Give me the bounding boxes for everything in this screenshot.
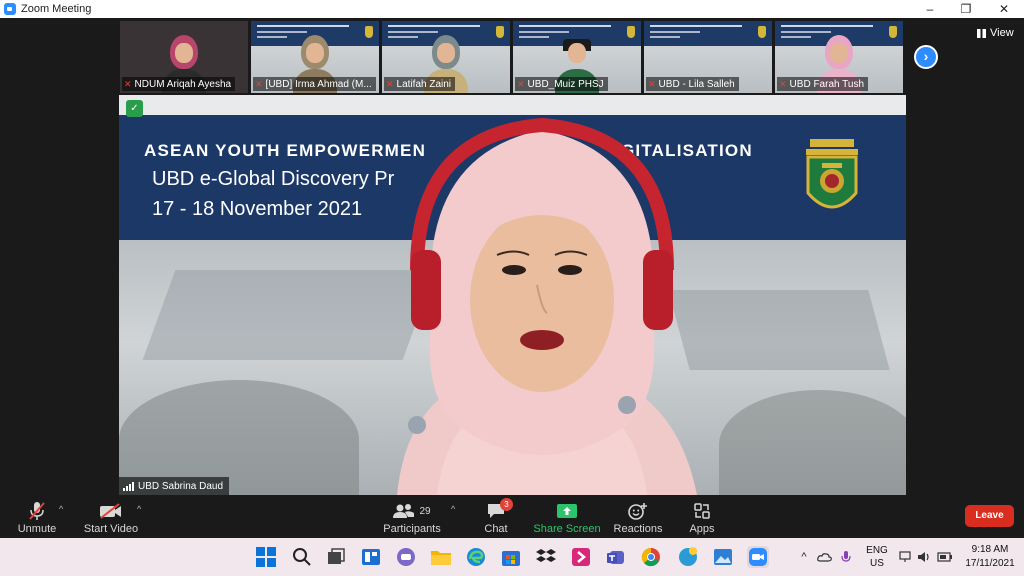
- chat-label: Chat: [484, 523, 508, 535]
- muted-mic-icon: ✕: [124, 78, 132, 89]
- start-video-label: Start Video: [83, 523, 139, 535]
- muted-mic-icon: ✕: [386, 78, 394, 89]
- windows-taskbar: ^ ENG US 9:18 AM 17/11/2021: [0, 538, 1024, 576]
- edge-browser-icon[interactable]: [465, 546, 487, 568]
- active-speaker-video[interactable]: ✓ ASEAN YOUTH EMPOWERMEN GITALISATION UB…: [119, 95, 906, 495]
- clock-date: 17/11/2021: [965, 558, 1015, 569]
- zoom-taskbar-icon[interactable]: [747, 546, 769, 568]
- participants-label: Participants: [383, 523, 441, 535]
- file-explorer-icon[interactable]: [430, 546, 452, 568]
- speaker-name: UBD Sabrina Daud: [138, 480, 224, 492]
- presenter-person: [397, 117, 697, 495]
- microphone-in-use-icon[interactable]: [838, 538, 854, 576]
- muted-mic-icon: ✕: [517, 78, 525, 89]
- muted-microphone-icon: [28, 500, 46, 522]
- view-label: View: [990, 27, 1014, 39]
- restore-button[interactable]: ❐: [947, 0, 985, 18]
- reactions-smiley-icon: [628, 500, 648, 522]
- minimize-button[interactable]: –: [911, 0, 949, 18]
- microsoft-teams-icon[interactable]: [605, 546, 627, 568]
- muted-mic-icon: ✕: [779, 78, 787, 89]
- share-screen-button[interactable]: Share Screen: [533, 498, 601, 536]
- task-view-icon[interactable]: [325, 546, 347, 568]
- participant-thumbnail[interactable]: ✕ UBD - Lila Salleh: [644, 21, 772, 93]
- audio-options-caret-icon[interactable]: ^: [59, 504, 63, 514]
- taskbar-clock[interactable]: 9:18 AM 17/11/2021: [962, 543, 1018, 571]
- language-code: ENG: [866, 545, 888, 556]
- slide-subtitle: UBD e-Global Discovery Pr: [152, 168, 395, 190]
- share-screen-label: Share Screen: [533, 523, 601, 535]
- clock-time: 9:18 AM: [971, 544, 1009, 555]
- chat-unread-badge: 3: [500, 498, 513, 511]
- apps-label: Apps: [689, 523, 715, 535]
- dropbox-icon[interactable]: [535, 546, 557, 568]
- teams-chat-icon[interactable]: [395, 546, 417, 568]
- participant-name: Latifah Zaini: [396, 78, 452, 90]
- zoom-app-icon: [4, 3, 16, 15]
- participant-name: UBD_Muiz PHSJ: [527, 78, 604, 90]
- participants-options-caret-icon[interactable]: ^: [451, 504, 455, 514]
- muted-mic-icon: ✕: [648, 78, 656, 89]
- unmute-button[interactable]: Unmute: [14, 498, 60, 536]
- participants-icon: [393, 504, 415, 518]
- photos-app-icon[interactable]: [712, 546, 734, 568]
- signal-strength-icon: [123, 481, 134, 491]
- battery-icon[interactable]: [936, 538, 954, 576]
- search-icon[interactable]: [290, 546, 312, 568]
- speaker-name-label: UBD Sabrina Daud: [119, 477, 230, 495]
- window-titlebar: Zoom Meeting – ❐ ✕: [0, 0, 1024, 18]
- onedrive-cloud-icon[interactable]: [816, 538, 832, 576]
- participant-name: UBD Farah Tush: [789, 78, 865, 90]
- close-button[interactable]: ✕: [985, 0, 1023, 18]
- meeting-toolbar: Unmute ^ Start Video ^ 29 Participants ^…: [0, 496, 1024, 538]
- start-video-button[interactable]: Start Video: [84, 498, 138, 536]
- windows-start-icon[interactable]: [255, 546, 277, 568]
- participants-count: 29: [419, 505, 431, 517]
- volume-icon[interactable]: [916, 538, 932, 576]
- network-icon[interactable]: [898, 538, 914, 576]
- reactions-label: Reactions: [613, 523, 663, 535]
- grid-view-icon: [977, 28, 986, 38]
- participant-name: [UBD] Irma Ahmad (M...: [265, 78, 372, 90]
- participant-thumbnail[interactable]: ✕ Latifah Zaini: [382, 21, 510, 93]
- meeting-area: ✕ NDUM Ariqah Ayesha ✕ [UBD] Irma Ahmad …: [0, 18, 1024, 496]
- weather-app-icon[interactable]: [677, 546, 699, 568]
- muted-mic-icon: ✕: [255, 78, 263, 89]
- share-screen-icon: [557, 500, 577, 522]
- slack-like-app-icon[interactable]: [570, 546, 592, 568]
- leave-button[interactable]: Leave: [965, 505, 1014, 527]
- chat-button[interactable]: 3 Chat: [482, 498, 513, 536]
- apps-button[interactable]: Apps: [688, 498, 716, 536]
- participant-name: UBD - Lila Salleh: [658, 78, 735, 90]
- participants-button[interactable]: 29 Participants: [383, 498, 441, 536]
- region-code: US: [870, 558, 884, 569]
- reactions-button[interactable]: Reactions: [614, 498, 662, 536]
- unmute-label: Unmute: [17, 523, 57, 535]
- widgets-icon[interactable]: [360, 546, 382, 568]
- apps-icon: [693, 500, 711, 522]
- participant-thumbnail[interactable]: ✕ UBD Farah Tush: [775, 21, 903, 93]
- microsoft-store-icon[interactable]: [500, 546, 522, 568]
- next-page-button[interactable]: ›: [914, 45, 938, 69]
- encryption-shield-icon[interactable]: ✓: [126, 100, 143, 117]
- participant-thumbnail[interactable]: ✕ UBD_Muiz PHSJ: [513, 21, 641, 93]
- participant-thumbnail[interactable]: ✕ NDUM Ariqah Ayesha: [120, 21, 248, 93]
- participant-name: NDUM Ariqah Ayesha: [134, 78, 232, 90]
- participant-thumbnail[interactable]: ✕ [UBD] Irma Ahmad (M...: [251, 21, 379, 93]
- window-title: Zoom Meeting: [21, 3, 92, 15]
- slide-date: 17 - 18 November 2021: [152, 198, 363, 220]
- view-button[interactable]: View: [977, 27, 1014, 39]
- input-language-indicator[interactable]: ENG US: [864, 544, 890, 570]
- university-crest-icon: [806, 139, 858, 209]
- chrome-browser-icon[interactable]: [640, 546, 662, 568]
- video-off-icon: [99, 500, 123, 522]
- video-options-caret-icon[interactable]: ^: [137, 504, 141, 514]
- show-hidden-icons-icon[interactable]: ^: [796, 538, 812, 576]
